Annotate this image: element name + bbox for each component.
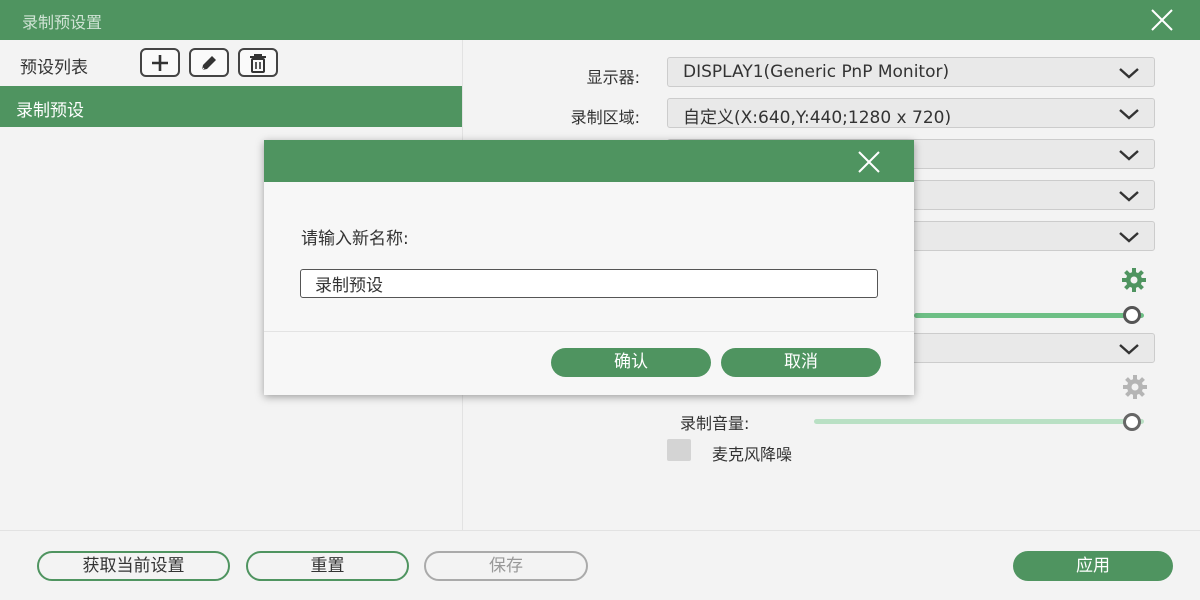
dialog-prompt: 请输入新名称:: [301, 229, 409, 249]
system-volume-track[interactable]: [914, 313, 1144, 318]
gear-icon[interactable]: [1121, 267, 1147, 293]
dialog-header: [264, 140, 914, 182]
title-bar: 录制预设置: [0, 0, 1200, 40]
save-button[interactable]: 保存: [424, 551, 588, 581]
chevron-down-icon: [1119, 344, 1139, 355]
reset-button[interactable]: 重置: [246, 551, 409, 581]
preset-list-label: 预设列表: [20, 58, 88, 78]
close-icon[interactable]: [857, 150, 881, 174]
preset-item-label: 录制预设: [16, 101, 84, 121]
chevron-down-icon: [1119, 150, 1139, 161]
cancel-button[interactable]: 取消: [721, 348, 881, 377]
dialog-divider: [264, 331, 914, 332]
get-current-settings-button[interactable]: 获取当前设置: [37, 551, 230, 581]
rename-dialog: 请输入新名称: 确认 取消: [264, 140, 914, 395]
record-volume-knob[interactable]: [1123, 413, 1141, 431]
preset-list-header: 预设列表: [0, 40, 463, 86]
close-icon[interactable]: [1150, 8, 1174, 32]
chevron-down-icon: [1119, 68, 1139, 79]
region-value: 自定义(X:640,Y:440;1280 x 720): [683, 108, 952, 128]
chevron-down-icon: [1119, 191, 1139, 202]
rename-preset-button[interactable]: [189, 48, 229, 77]
region-label: 录制区域:: [570, 108, 640, 127]
preset-name-input[interactable]: [300, 269, 878, 298]
chevron-down-icon: [1119, 232, 1139, 243]
region-select[interactable]: 自定义(X:640,Y:440;1280 x 720): [667, 98, 1155, 128]
record-volume-track[interactable]: [814, 419, 1144, 424]
mic-noise-checkbox[interactable]: [667, 439, 691, 461]
delete-preset-button[interactable]: [238, 48, 278, 77]
display-label: 显示器:: [586, 68, 640, 87]
chevron-down-icon: [1119, 109, 1139, 120]
footer-bar: 获取当前设置 重置 保存 应用: [0, 530, 1200, 600]
pencil-icon: [201, 55, 216, 70]
confirm-button[interactable]: 确认: [551, 348, 711, 377]
plus-icon: [152, 54, 168, 71]
display-value: DISPLAY1(Generic PnP Monitor): [683, 62, 950, 82]
window-title: 录制预设置: [22, 13, 103, 32]
record-volume-label: 录制音量:: [680, 414, 750, 433]
gear-icon[interactable]: [1122, 374, 1148, 400]
system-volume-knob[interactable]: [1123, 306, 1141, 324]
preset-item[interactable]: 录制预设: [0, 86, 462, 127]
apply-button[interactable]: 应用: [1013, 551, 1173, 581]
trash-icon: [250, 53, 266, 73]
display-select[interactable]: DISPLAY1(Generic PnP Monitor): [667, 57, 1155, 87]
add-preset-button[interactable]: [140, 48, 180, 77]
mic-noise-label: 麦克风降噪: [712, 445, 793, 464]
